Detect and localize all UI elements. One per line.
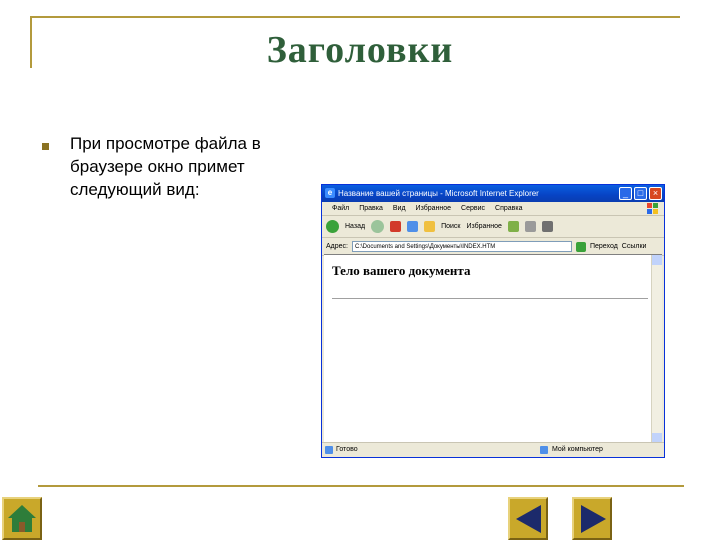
menu-item-file: Файл [332, 205, 350, 212]
ie-icon: e [325, 188, 335, 198]
browser-statusbar: Готово Мой компьютер [322, 442, 664, 457]
vertical-scrollbar [651, 255, 662, 443]
menu-item-tools: Сервис [461, 205, 486, 212]
home-page-icon [424, 221, 436, 232]
history-icon [507, 221, 519, 232]
minimize-icon: _ [619, 187, 632, 200]
home-icon [8, 505, 36, 532]
close-icon: × [649, 187, 662, 200]
window-controls: _ □ × [619, 187, 662, 200]
go-label: Переход [589, 243, 618, 250]
browser-toolbar: Назад Поиск Избранное [322, 216, 664, 238]
windows-flag-icon [647, 203, 658, 214]
menu-item-view: Вид [392, 205, 406, 212]
address-label: Адрес: [326, 243, 348, 250]
computer-icon [540, 446, 548, 454]
go-icon [575, 241, 586, 252]
menu-item-edit: Правка [359, 205, 383, 212]
forward-arrow-icon [371, 220, 385, 233]
previous-arrow-icon [516, 505, 541, 533]
maximize-icon: □ [634, 187, 647, 200]
document-heading: Тело вашего документа [332, 263, 471, 278]
back-label: Назад [345, 223, 366, 230]
browser-titlebar: e Название вашей страницы - Microsoft In… [322, 185, 664, 202]
browser-window-screenshot: e Название вашей страницы - Microsoft In… [321, 184, 665, 458]
page-icon [325, 446, 333, 454]
scroll-up-icon [652, 255, 662, 265]
mail-icon [524, 221, 536, 232]
bullet-text: При просмотре файла в браузере окно прим… [70, 134, 261, 199]
stop-icon [390, 221, 402, 232]
search-label: Поиск [441, 223, 461, 230]
next-slide-button[interactable] [572, 497, 612, 540]
print-icon [541, 221, 553, 232]
status-right-text: Мой компьютер [552, 446, 603, 453]
browser-menubar: Файл Правка Вид Избранное Сервис Справка [322, 202, 664, 216]
horizontal-rule [332, 298, 648, 299]
slide-title: Заголовки [266, 29, 454, 71]
browser-window-title: Название вашей страницы - Microsoft Inte… [338, 189, 539, 198]
favorites-label: Избранное [466, 223, 502, 230]
home-button[interactable] [2, 497, 42, 540]
address-field: C:\Documents and Settings\Документы\INDE… [351, 241, 572, 252]
frame-bottom-line [38, 485, 684, 487]
bullet-marker [42, 143, 49, 150]
menu-item-help: Справка [495, 205, 523, 212]
menu-item-favorites: Избранное [415, 205, 452, 212]
back-arrow-icon [326, 220, 339, 233]
previous-slide-button[interactable] [508, 497, 548, 540]
status-left-text: Готово [336, 446, 358, 453]
browser-content: Тело вашего документа [324, 254, 662, 443]
links-label: Ссылки [621, 243, 647, 250]
refresh-icon [407, 221, 419, 232]
next-arrow-icon [581, 505, 606, 533]
frame-top-line [30, 16, 680, 18]
